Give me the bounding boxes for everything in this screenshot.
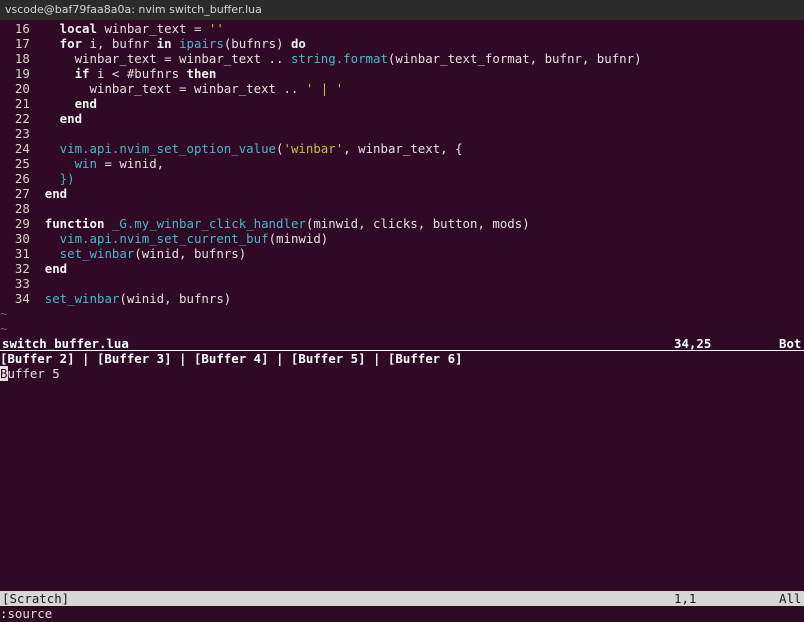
code-token: for: [29, 36, 90, 51]
code-line[interactable]: 25 win = winid,: [0, 156, 804, 171]
line-number: 20: [14, 81, 30, 96]
code-token: i < #bufnrs: [96, 66, 187, 81]
statusline-percent: Bot: [779, 336, 802, 351]
line-number: 32: [14, 261, 30, 276]
bottom-statusline: [Scratch] 1,1 All: [0, 591, 804, 606]
line-number: 19: [14, 66, 30, 81]
line-number: 23: [14, 126, 30, 141]
code-token: _G.my_winbar_click_handler: [111, 216, 306, 231]
code-token: then: [186, 66, 217, 81]
code-token: end: [29, 96, 97, 111]
code-token: (bufnrs): [223, 36, 291, 51]
line-number: 29: [14, 216, 30, 231]
code-token: vim.api.nvim_set_option_value: [29, 141, 277, 156]
code-line[interactable]: 24 vim.api.nvim_set_option_value('winbar…: [0, 141, 804, 156]
code-token: set_winbar: [29, 291, 120, 306]
code-token: local: [29, 21, 105, 36]
line-number: 21: [14, 96, 30, 111]
code-line[interactable]: 29 function _G.my_winbar_click_handler(m…: [0, 216, 804, 231]
code-line[interactable]: 31 set_winbar(winid, bufnrs): [0, 246, 804, 261]
code-line[interactable]: 28: [0, 201, 804, 216]
statusline-position: 1,1: [674, 591, 697, 606]
code-token: end: [29, 186, 68, 201]
line-number: 31: [14, 246, 30, 261]
text-cursor: B: [0, 366, 8, 381]
statusline-percent: All: [779, 591, 802, 606]
code-token: (: [276, 141, 284, 156]
code-line[interactable]: 16 local winbar_text = '': [0, 21, 804, 36]
statusline-filename: [Scratch]: [2, 591, 70, 606]
winbar[interactable]: [Buffer 2] | [Buffer 3] | [Buffer 4] | […: [0, 351, 804, 366]
code-token: win: [29, 156, 97, 171]
code-token: }): [29, 171, 75, 186]
terminal-window: vscode@baf79faa8a0a: nvim switch_buffer.…: [0, 0, 804, 622]
line-number: 18: [14, 51, 30, 66]
code-token: (winid, bufnrs): [119, 291, 232, 306]
code-token: in: [156, 36, 180, 51]
code-token: , winbar_text, {: [343, 141, 463, 156]
line-number: 28: [14, 201, 30, 216]
code-token: '': [208, 21, 224, 36]
line-number: 34: [14, 291, 30, 306]
code-token: i, bufnr: [89, 36, 157, 51]
command-line[interactable]: :source: [0, 606, 804, 621]
code-line[interactable]: 23: [0, 126, 804, 141]
code-line[interactable]: 17 for i, bufnr in ipairs(bufnrs) do: [0, 36, 804, 51]
top-statusline: switch_buffer.lua 34,25 Bot: [0, 336, 804, 351]
line-number: 30: [14, 231, 30, 246]
line-number: 26: [14, 171, 30, 186]
line-number: 24: [14, 141, 30, 156]
code-token: vim.api.nvim_set_current_buf: [29, 231, 269, 246]
code-token: = winid,: [96, 156, 165, 171]
statusline-position: 34,25: [674, 336, 712, 351]
code-token: (minwid, clicks, button, mods): [305, 216, 530, 231]
code-token: (winbar_text_format, bufnr, bufnr): [387, 51, 642, 66]
code-token: do: [290, 36, 306, 51]
line-number: 25: [14, 156, 30, 171]
code-token: end: [29, 111, 83, 126]
code-token: (minwid): [268, 231, 329, 246]
code-line[interactable]: 30 vim.api.nvim_set_current_buf(minwid): [0, 231, 804, 246]
code-token: end: [29, 261, 68, 276]
code-line[interactable]: 34 set_winbar(winid, bufnrs): [0, 291, 804, 306]
code-token: if: [29, 66, 97, 81]
scratch-buffer-text: uffer 5: [7, 366, 60, 381]
line-number: 16: [14, 21, 30, 36]
code-line[interactable]: 20 winbar_text = winbar_text .. ' | ': [0, 81, 804, 96]
code-line[interactable]: 19 if i < #bufnrs then: [0, 66, 804, 81]
statusline-filename: switch_buffer.lua: [2, 336, 129, 351]
code-line[interactable]: 32 end: [0, 261, 804, 276]
code-token: 'winbar': [283, 141, 344, 156]
code-token: winbar_text =: [104, 21, 209, 36]
code-line[interactable]: 22 end: [0, 111, 804, 126]
empty-line-marker: ~: [0, 321, 8, 336]
code-token: winbar_text = winbar_text ..: [29, 81, 306, 96]
line-number: 33: [14, 276, 30, 291]
line-number: 27: [14, 186, 30, 201]
scratch-buffer-line[interactable]: Buffer 5: [0, 366, 804, 381]
code-token: (winid, bufnrs): [134, 246, 247, 261]
code-token: function: [29, 216, 112, 231]
code-token: winbar_text = winbar_text ..: [29, 51, 291, 66]
code-line[interactable]: 33: [0, 276, 804, 291]
code-token: ' | ': [305, 81, 344, 96]
window-title: vscode@baf79faa8a0a: nvim switch_buffer.…: [0, 0, 804, 20]
empty-line-marker: ~: [0, 306, 8, 321]
line-number: 17: [14, 36, 30, 51]
code-line[interactable]: 21 end: [0, 96, 804, 111]
code-line[interactable]: 18 winbar_text = winbar_text .. string.f…: [0, 51, 804, 66]
line-number: 22: [14, 111, 30, 126]
code-token: ipairs: [179, 36, 224, 51]
code-line[interactable]: 26 }): [0, 171, 804, 186]
nvim-terminal[interactable]: 16 local winbar_text = '' 17 for i, bufn…: [0, 20, 804, 622]
code-line[interactable]: 27 end: [0, 186, 804, 201]
code-token: string.format: [290, 51, 388, 66]
code-token: set_winbar: [29, 246, 135, 261]
